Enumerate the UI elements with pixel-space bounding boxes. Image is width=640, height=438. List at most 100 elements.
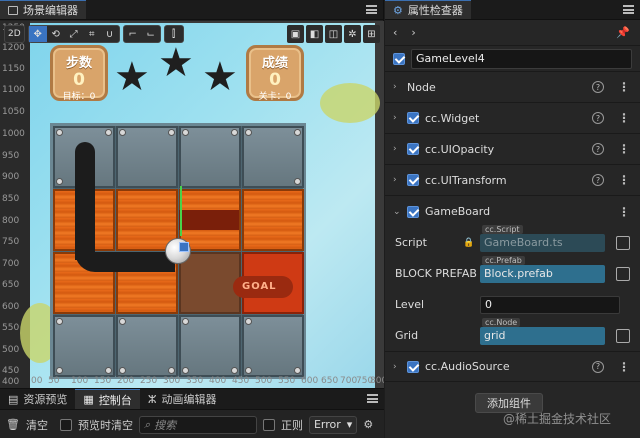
- locate-asset-icon[interactable]: [616, 235, 630, 250]
- board-tile-pipe[interactable]: [242, 189, 304, 251]
- section-uitransform[interactable]: › cc.UITransform ? ⋮: [385, 165, 640, 196]
- scene-toolbar: 2D ✥ ⟲ ⤢ ⌗ ∪ ⌐ ⌙ ⫿: [4, 25, 184, 45]
- section-gameboard[interactable]: ⌄ GameBoard ⋮: [385, 196, 640, 227]
- grid-field[interactable]: grid: [480, 326, 605, 345]
- game-board[interactable]: GOAL: [50, 123, 306, 379]
- bolt-icon: [294, 129, 301, 136]
- more-icon[interactable]: ⋮: [618, 81, 630, 93]
- section-uitransform-label: cc.UITransform: [425, 173, 507, 187]
- node-active-checkbox[interactable]: [393, 52, 405, 65]
- preserve-checkbox[interactable]: [59, 418, 72, 431]
- bolt-icon: [119, 129, 126, 136]
- forward-icon[interactable]: ›: [411, 26, 415, 39]
- bolt-icon: [245, 129, 252, 136]
- inspector-tab-label: 属性检查器: [407, 4, 463, 17]
- log-level-select[interactable]: Error ▾: [308, 415, 358, 434]
- back-icon[interactable]: ‹: [393, 26, 397, 39]
- bolt-icon: [182, 367, 189, 374]
- selection-handle[interactable]: [179, 242, 189, 252]
- tab-inspector[interactable]: ⚙ 属性检查器: [385, 0, 471, 19]
- move-tool-icon[interactable]: ✥: [28, 26, 47, 42]
- more-icon[interactable]: ⋮: [618, 206, 630, 218]
- help-icon[interactable]: ?: [592, 360, 604, 373]
- grid-icon[interactable]: ⊞: [363, 25, 380, 43]
- bottom-menu-icon[interactable]: [367, 394, 378, 403]
- more-icon[interactable]: ⋮: [618, 143, 630, 155]
- pivot-icon[interactable]: ⌐: [124, 26, 142, 42]
- regex-checkbox[interactable]: [262, 418, 275, 431]
- bottom-tabbar: ▤ 资源预览 ▦ 控制台 ⵣ 动画编辑器: [0, 389, 384, 410]
- help-icon[interactable]: ?: [592, 81, 604, 93]
- pipe-path: [75, 252, 175, 272]
- tab-asset-preview[interactable]: ▤ 资源预览: [0, 389, 75, 409]
- widget-enabled-checkbox[interactable]: [407, 112, 419, 124]
- chevron-right-icon: ›: [393, 113, 397, 123]
- section-node[interactable]: › Node ? ⋮: [385, 72, 640, 103]
- snap-tool-icon[interactable]: ∪: [101, 26, 119, 42]
- bolt-icon: [56, 318, 63, 325]
- scale-tool-icon[interactable]: ⤢: [65, 26, 83, 42]
- bolt-icon: [56, 178, 63, 185]
- bolt-icon: [245, 367, 252, 374]
- more-icon[interactable]: ⋮: [618, 112, 630, 124]
- ruler-tick: 150: [94, 376, 112, 386]
- locate-asset-icon[interactable]: [616, 328, 630, 343]
- node-name-input[interactable]: GameLevel4: [411, 48, 632, 69]
- bolt-icon: [294, 367, 301, 374]
- scene-menu-icon[interactable]: [366, 5, 377, 14]
- section-widget[interactable]: › cc.Widget ? ⋮: [385, 103, 640, 134]
- game-canvas[interactable]: 步数 0 目标：0 ★ ★ ★ 成绩 0 关卡：0 GOAL: [20, 23, 380, 388]
- gameboard-enabled-checkbox[interactable]: [407, 205, 419, 218]
- section-gameboard-label: GameBoard: [425, 205, 491, 218]
- mode-2d-button[interactable]: 2D: [4, 25, 25, 43]
- grass-decoration: [320, 83, 380, 123]
- uiopacity-enabled-checkbox[interactable]: [407, 143, 419, 155]
- more-icon[interactable]: ⋮: [618, 361, 630, 373]
- scene-viewport[interactable]: 1250 1200 1150 1100 1050 1000 950 900 85…: [0, 21, 384, 388]
- uitransform-enabled-checkbox[interactable]: [407, 174, 419, 186]
- section-uiopacity[interactable]: › cc.UIOpacity ? ⋮: [385, 134, 640, 165]
- more-icon[interactable]: ⋮: [618, 174, 630, 186]
- ruler-tick: 600: [2, 302, 20, 312]
- block-prefab-field[interactable]: Block.prefab: [480, 264, 605, 283]
- scene-tab-label: 场景编辑器: [23, 4, 78, 17]
- pin-icon[interactable]: 📌: [616, 26, 630, 39]
- help-icon[interactable]: ?: [592, 174, 604, 186]
- console-search-input[interactable]: ⌕ 搜索: [138, 415, 257, 434]
- bolt-icon: [119, 367, 126, 374]
- board-tile-empty[interactable]: [179, 252, 241, 314]
- help-icon[interactable]: ?: [592, 112, 604, 124]
- ruler-tick: 450: [232, 376, 250, 386]
- move-gizmo-y[interactable]: [180, 186, 182, 236]
- bolt-icon: [119, 318, 126, 325]
- tab-scene-editor[interactable]: 场景编辑器: [0, 0, 86, 19]
- ruler-tick: 850: [2, 194, 20, 204]
- rotate-tool-icon[interactable]: ⟲: [47, 26, 65, 42]
- tab-console[interactable]: ▦ 控制台: [75, 389, 140, 409]
- star-icon: ★: [202, 54, 238, 100]
- ruler-tick: 700: [340, 376, 358, 386]
- locate-asset-icon[interactable]: [616, 266, 630, 281]
- settings-icon[interactable]: ✲: [344, 25, 361, 43]
- section-audiosource[interactable]: › cc.AudioSource ? ⋮: [385, 351, 640, 382]
- bolt-icon: [231, 367, 238, 374]
- inspector-menu-icon[interactable]: [623, 5, 634, 14]
- ruler-tick: 500: [2, 345, 20, 355]
- level-input[interactable]: 0: [480, 295, 620, 314]
- camera-icon[interactable]: ▣: [287, 25, 304, 43]
- audiosource-enabled-checkbox[interactable]: [407, 360, 419, 373]
- tab-animation-editor[interactable]: ⵣ 动画编辑器: [140, 389, 225, 409]
- lighting-icon[interactable]: ◧: [306, 25, 323, 43]
- console-settings-icon[interactable]: ⚙: [363, 418, 373, 431]
- console-toolbar: 🗑 清空 预览时清空 ⌕ 搜索 正则 Error ▾ ⚙: [0, 410, 384, 438]
- trash-icon[interactable]: 🗑: [6, 418, 20, 431]
- ruler-tick: 950: [2, 151, 20, 161]
- clear-button[interactable]: 清空: [26, 417, 48, 433]
- local-space-icon[interactable]: ⌙: [142, 26, 160, 42]
- rect-tool-icon[interactable]: ⌗: [83, 26, 101, 42]
- help-icon[interactable]: ?: [592, 143, 604, 155]
- align-icon[interactable]: ⫿: [165, 26, 183, 42]
- scene-gizmo-icon[interactable]: ◫: [325, 25, 342, 43]
- ruler-tick: 400: [209, 376, 227, 386]
- ruler-tick: 50: [48, 376, 60, 386]
